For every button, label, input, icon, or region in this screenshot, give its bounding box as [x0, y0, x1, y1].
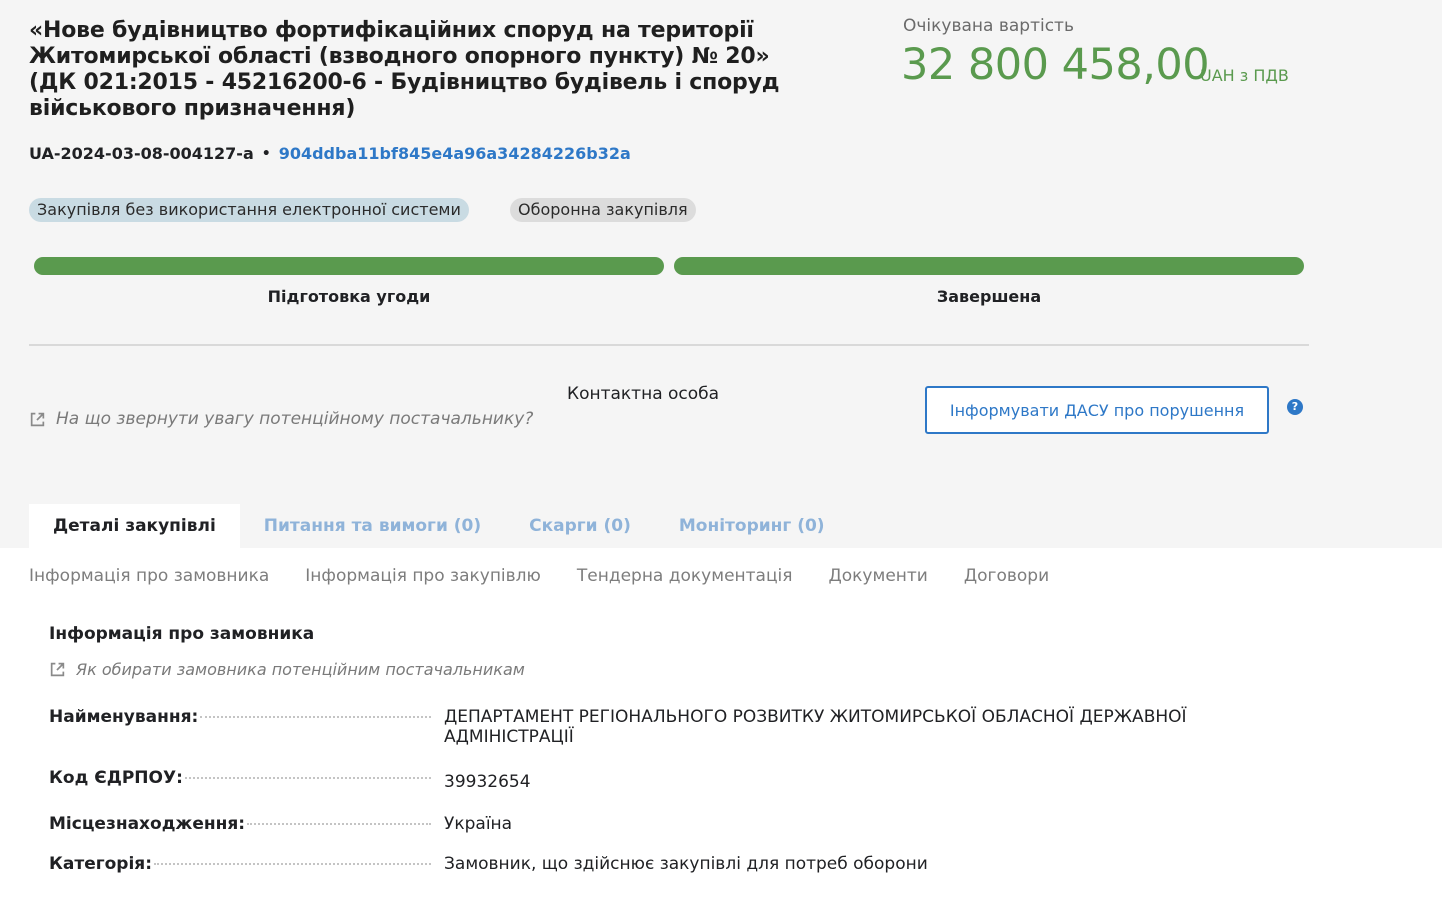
stage-label-completed: Завершена	[936, 287, 1042, 306]
customer-edrpou-label: Код ЄДРПОУ:	[49, 768, 183, 788]
dotted-leader	[184, 777, 431, 779]
tab-questions[interactable]: Питання та вимоги (0)	[240, 504, 505, 548]
customer-name-label-wrap: Найменування:	[49, 707, 435, 747]
dotted-leader	[200, 716, 431, 718]
stage-bar-completed	[674, 257, 1304, 275]
customer-hint-link[interactable]: Як обирати замовника потенційним постача…	[49, 660, 525, 679]
inform-dasu-button[interactable]: Інформувати ДАСУ про порушення	[925, 386, 1269, 434]
tender-id: UA-2024-03-08-004127-a	[29, 144, 254, 163]
customer-name-row: Найменування: ДЕПАРТАМЕНТ РЕГІОНАЛЬНОГО …	[49, 707, 1209, 747]
tender-tabs: Деталі закупівлі Питання та вимоги (0) С…	[29, 504, 849, 548]
help-icon[interactable]: ?	[1287, 399, 1303, 415]
supplier-hint-text: На що звернути увагу потенційному постач…	[56, 409, 534, 429]
customer-name-value: ДЕПАРТАМЕНТ РЕГІОНАЛЬНОГО РОЗВИТКУ ЖИТОМ…	[444, 707, 1187, 747]
external-link-icon	[30, 412, 45, 426]
customer-edrpou-label-wrap: Код ЄДРПОУ:	[49, 768, 435, 792]
customer-section-title: Інформація про замовника	[49, 624, 315, 644]
customer-category-label-wrap: Категорія:	[49, 854, 435, 874]
procurement-type-badge: Закупівля без використання електронної с…	[29, 198, 469, 222]
customer-category-row: Категорія: Замовник, що здійснює закупів…	[49, 854, 1209, 874]
stage-label-preparation: Підготовка угоди	[267, 287, 431, 306]
tender-title: «Нове будівництво фортифікаційних споруд…	[29, 18, 780, 121]
expected-value-currency: UAH з ПДВ	[1200, 66, 1289, 85]
details-subnav: Інформація про замовника Інформація про …	[29, 562, 1049, 590]
customer-hint-text: Як обирати замовника потенційним постача…	[76, 660, 525, 679]
subnav-customer-info[interactable]: Інформація про замовника	[29, 562, 269, 590]
customer-location-label: Місцезнаходження:	[49, 814, 246, 834]
expected-value-amount: 32 800 458,00	[901, 40, 1210, 90]
separator-dot: •	[261, 145, 271, 162]
external-link-icon	[50, 662, 65, 677]
subnav-documents[interactable]: Документи	[828, 562, 927, 590]
expected-value-label: Очікувана вартість	[903, 16, 1074, 36]
tab-complaints[interactable]: Скарги (0)	[505, 504, 655, 548]
customer-edrpou-row: Код ЄДРПОУ: 39932654	[49, 768, 1209, 792]
tender-header-area: «Нове будівництво фортифікаційних споруд…	[0, 0, 1442, 548]
customer-category-label: Категорія:	[49, 854, 153, 874]
defense-procurement-badge: Оборонна закупівля	[510, 198, 696, 222]
customer-location-label-wrap: Місцезнаходження:	[49, 814, 435, 834]
subnav-contracts[interactable]: Договори	[964, 562, 1049, 590]
divider	[29, 344, 1309, 346]
customer-category-value: Замовник, що здійснює закупівлі для потр…	[444, 854, 928, 874]
subnav-tender-docs[interactable]: Тендерна документація	[577, 562, 793, 590]
customer-location-value: Україна	[444, 814, 513, 834]
tender-hash-link[interactable]: 904ddba11bf845e4a96a34284226b32a	[279, 144, 631, 163]
supplier-hint-link[interactable]: На що звернути увагу потенційному постач…	[29, 409, 533, 429]
subnav-procurement-info[interactable]: Інформація про закупівлю	[305, 562, 541, 590]
tab-details[interactable]: Деталі закупівлі	[29, 504, 240, 548]
tender-identifiers: UA-2024-03-08-004127-a • 904ddba11bf845e…	[29, 144, 631, 163]
customer-location-row: Місцезнаходження: Україна	[49, 814, 1209, 834]
customer-edrpou-value: 39932654	[444, 772, 531, 792]
contact-person-link[interactable]: Контактна особа	[567, 384, 719, 404]
tab-monitoring[interactable]: Моніторинг (0)	[655, 504, 849, 548]
customer-name-label: Найменування:	[49, 707, 199, 727]
dotted-leader	[247, 823, 431, 825]
stage-bar-preparation	[34, 257, 664, 275]
dotted-leader	[154, 863, 431, 865]
